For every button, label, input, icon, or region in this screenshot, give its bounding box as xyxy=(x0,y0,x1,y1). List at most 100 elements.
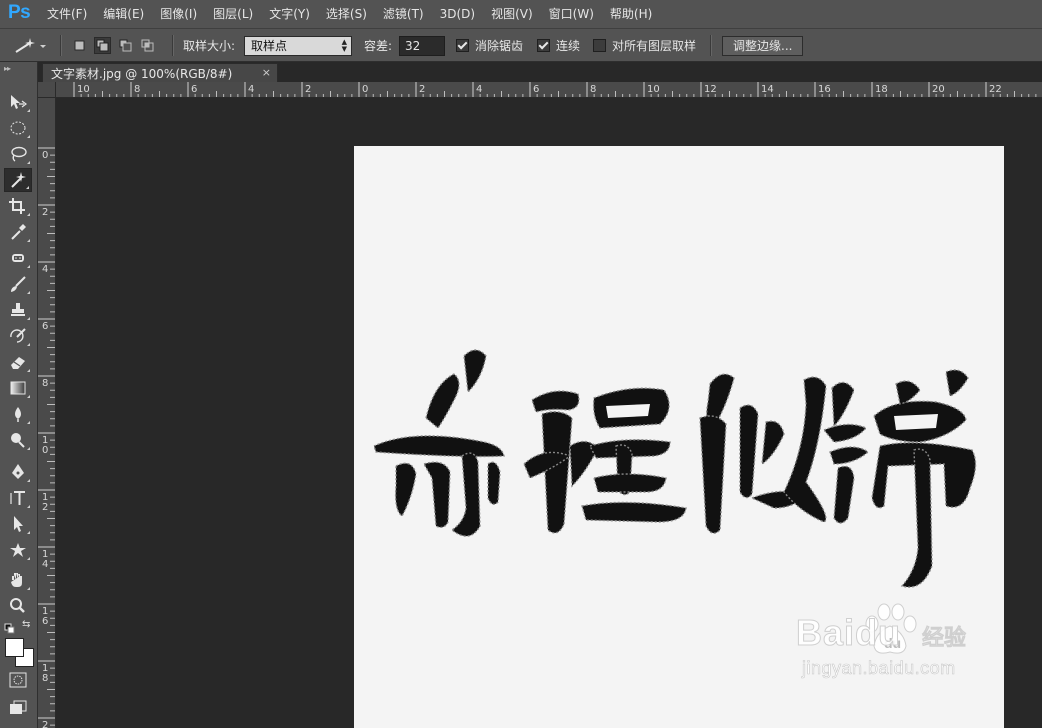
gradient-tool[interactable] xyxy=(4,376,32,400)
type-icon xyxy=(10,491,25,505)
ruler-origin[interactable] xyxy=(38,82,56,98)
crop-tool[interactable] xyxy=(4,194,32,218)
marquee-icon xyxy=(10,121,26,135)
ruler-label: 0 xyxy=(42,445,48,456)
ruler-label: 8 xyxy=(134,84,140,95)
ruler-label: 22 xyxy=(989,84,1002,95)
ruler-label: 6 xyxy=(533,84,539,95)
type-tool[interactable] xyxy=(4,486,32,510)
anti-alias-checkbox[interactable]: 消除锯齿 xyxy=(456,29,523,62)
menu-file[interactable]: 文件(F) xyxy=(39,0,95,28)
horizontal-ruler[interactable]: 10 8 6 4 2 0 2 4 6 8 10 12 14 16 18 20 22 xyxy=(56,82,1042,98)
checkbox-unchecked-icon xyxy=(593,39,606,52)
menu-3d[interactable]: 3D(D) xyxy=(432,0,483,28)
magic-wand-icon xyxy=(11,172,26,188)
tolerance-input[interactable]: 32 xyxy=(399,35,445,56)
document-tab[interactable]: 文字素材.jpg @ 100%(RGB/8#) × xyxy=(42,63,278,82)
zoom-tool[interactable] xyxy=(4,594,32,618)
ruler-label: 10 xyxy=(647,84,660,95)
move-icon xyxy=(11,95,27,109)
baidu-watermark: du Baidu 经验 jingyan.baidu.com xyxy=(795,603,996,712)
path-selection-tool[interactable] xyxy=(4,512,32,536)
menu-items: 文件(F) 编辑(E) 图像(I) 图层(L) 文字(Y) 选择(S) 滤镜(T… xyxy=(39,0,660,28)
menu-bar: Ps 文件(F) 编辑(E) 图像(I) 图层(L) 文字(Y) 选择(S) 滤… xyxy=(0,0,1042,28)
default-colors-icon[interactable] xyxy=(4,620,16,639)
intersect-selection-button[interactable] xyxy=(140,38,155,53)
swap-colors-icon[interactable]: ⇆ xyxy=(22,619,30,630)
sample-all-layers-label: 对所有图层取样 xyxy=(612,39,697,53)
ruler-label: 20 xyxy=(932,84,945,95)
shape-tool[interactable] xyxy=(4,538,32,562)
ruler-label: 14 xyxy=(761,84,774,95)
magic-wand-tool[interactable] xyxy=(4,168,32,192)
photoshop-logo[interactable]: Ps xyxy=(8,2,31,24)
magic-wand-icon xyxy=(15,37,46,53)
eyedropper-tool[interactable] xyxy=(4,220,32,244)
watermark-brand-cn: 经验 xyxy=(922,626,967,652)
zoom-icon xyxy=(10,598,25,613)
marquee-tool[interactable] xyxy=(4,116,32,140)
hand-icon xyxy=(11,573,22,587)
menu-type[interactable]: 文字(Y) xyxy=(261,0,318,28)
blur-tool[interactable] xyxy=(4,402,32,426)
menu-select[interactable]: 选择(S) xyxy=(318,0,375,28)
ruler-label: 16 xyxy=(818,84,831,95)
refine-edge-button[interactable]: 调整边缘... xyxy=(722,35,804,56)
eraser-tool[interactable] xyxy=(4,350,32,374)
pen-icon xyxy=(12,464,24,479)
menu-view[interactable]: 视图(V) xyxy=(483,0,541,28)
new-selection-button[interactable] xyxy=(72,38,87,53)
separator xyxy=(60,35,62,56)
tool-preset-picker[interactable] xyxy=(8,29,48,62)
menu-window[interactable]: 窗口(W) xyxy=(541,0,602,28)
intersect-selection-icon xyxy=(141,39,154,52)
tools-panel: ▸▸ ⇆ xyxy=(0,62,38,728)
quick-mask-icon[interactable] xyxy=(9,672,27,692)
vertical-ruler[interactable]: 0246810121416182 xyxy=(38,98,56,728)
brush-icon xyxy=(11,276,26,292)
ruler-label: 4 xyxy=(42,559,48,570)
healing-brush-icon xyxy=(12,254,24,262)
ruler-label: 2 xyxy=(42,207,48,218)
dodge-tool[interactable] xyxy=(4,428,32,452)
checkbox-checked-icon xyxy=(537,39,550,52)
ruler-label: 8 xyxy=(42,673,48,684)
ruler-label: 0 xyxy=(362,84,368,95)
menu-help[interactable]: 帮助(H) xyxy=(602,0,660,28)
ruler-label: 2 xyxy=(305,84,311,95)
sample-size-select[interactable]: 取样点 ▲ ▼ xyxy=(244,35,352,56)
ruler-label: 8 xyxy=(42,378,48,389)
move-tool[interactable] xyxy=(4,90,32,114)
pen-tool[interactable] xyxy=(4,460,32,484)
menu-filter[interactable]: 滤镜(T) xyxy=(375,0,432,28)
menu-layer[interactable]: 图层(L) xyxy=(205,0,261,28)
contiguous-checkbox[interactable]: 连续 xyxy=(537,29,580,62)
vertical-ruler-scale: 0246810121416182 xyxy=(38,147,55,728)
ruler-label: 6 xyxy=(42,616,48,627)
crop-icon xyxy=(9,198,25,214)
ruler-label: 0 xyxy=(42,150,48,161)
tolerance-label: 容差: xyxy=(364,39,393,53)
menu-edit[interactable]: 编辑(E) xyxy=(95,0,152,28)
history-brush-tool[interactable] xyxy=(4,324,32,348)
brush-tool[interactable] xyxy=(4,272,32,296)
selection-mode-group xyxy=(72,29,155,62)
menu-image[interactable]: 图像(I) xyxy=(152,0,205,28)
ruler-label: 2 xyxy=(42,502,48,513)
watermark-url: jingyan.baidu.com xyxy=(802,658,956,679)
close-icon[interactable]: × xyxy=(262,66,271,79)
ruler-label: 8 xyxy=(590,84,596,95)
subtract-from-selection-button[interactable] xyxy=(118,38,133,53)
document-tab-strip: 文字素材.jpg @ 100%(RGB/8#) × xyxy=(38,62,1042,82)
add-to-selection-button[interactable] xyxy=(94,37,111,54)
clone-stamp-tool[interactable] xyxy=(4,298,32,322)
healing-brush-tool[interactable] xyxy=(4,246,32,270)
document-tab-title: 文字素材.jpg @ 100%(RGB/8#) xyxy=(51,66,233,81)
ruler-label: 4 xyxy=(248,84,254,95)
sample-all-layers-checkbox[interactable]: 对所有图层取样 xyxy=(593,29,696,62)
collapse-panel-icon[interactable]: ▸▸ xyxy=(4,64,11,73)
screen-mode-icon[interactable] xyxy=(9,700,27,720)
sample-size-value: 取样点 xyxy=(251,38,288,53)
hand-tool[interactable] xyxy=(4,568,32,592)
lasso-tool[interactable] xyxy=(4,142,32,166)
